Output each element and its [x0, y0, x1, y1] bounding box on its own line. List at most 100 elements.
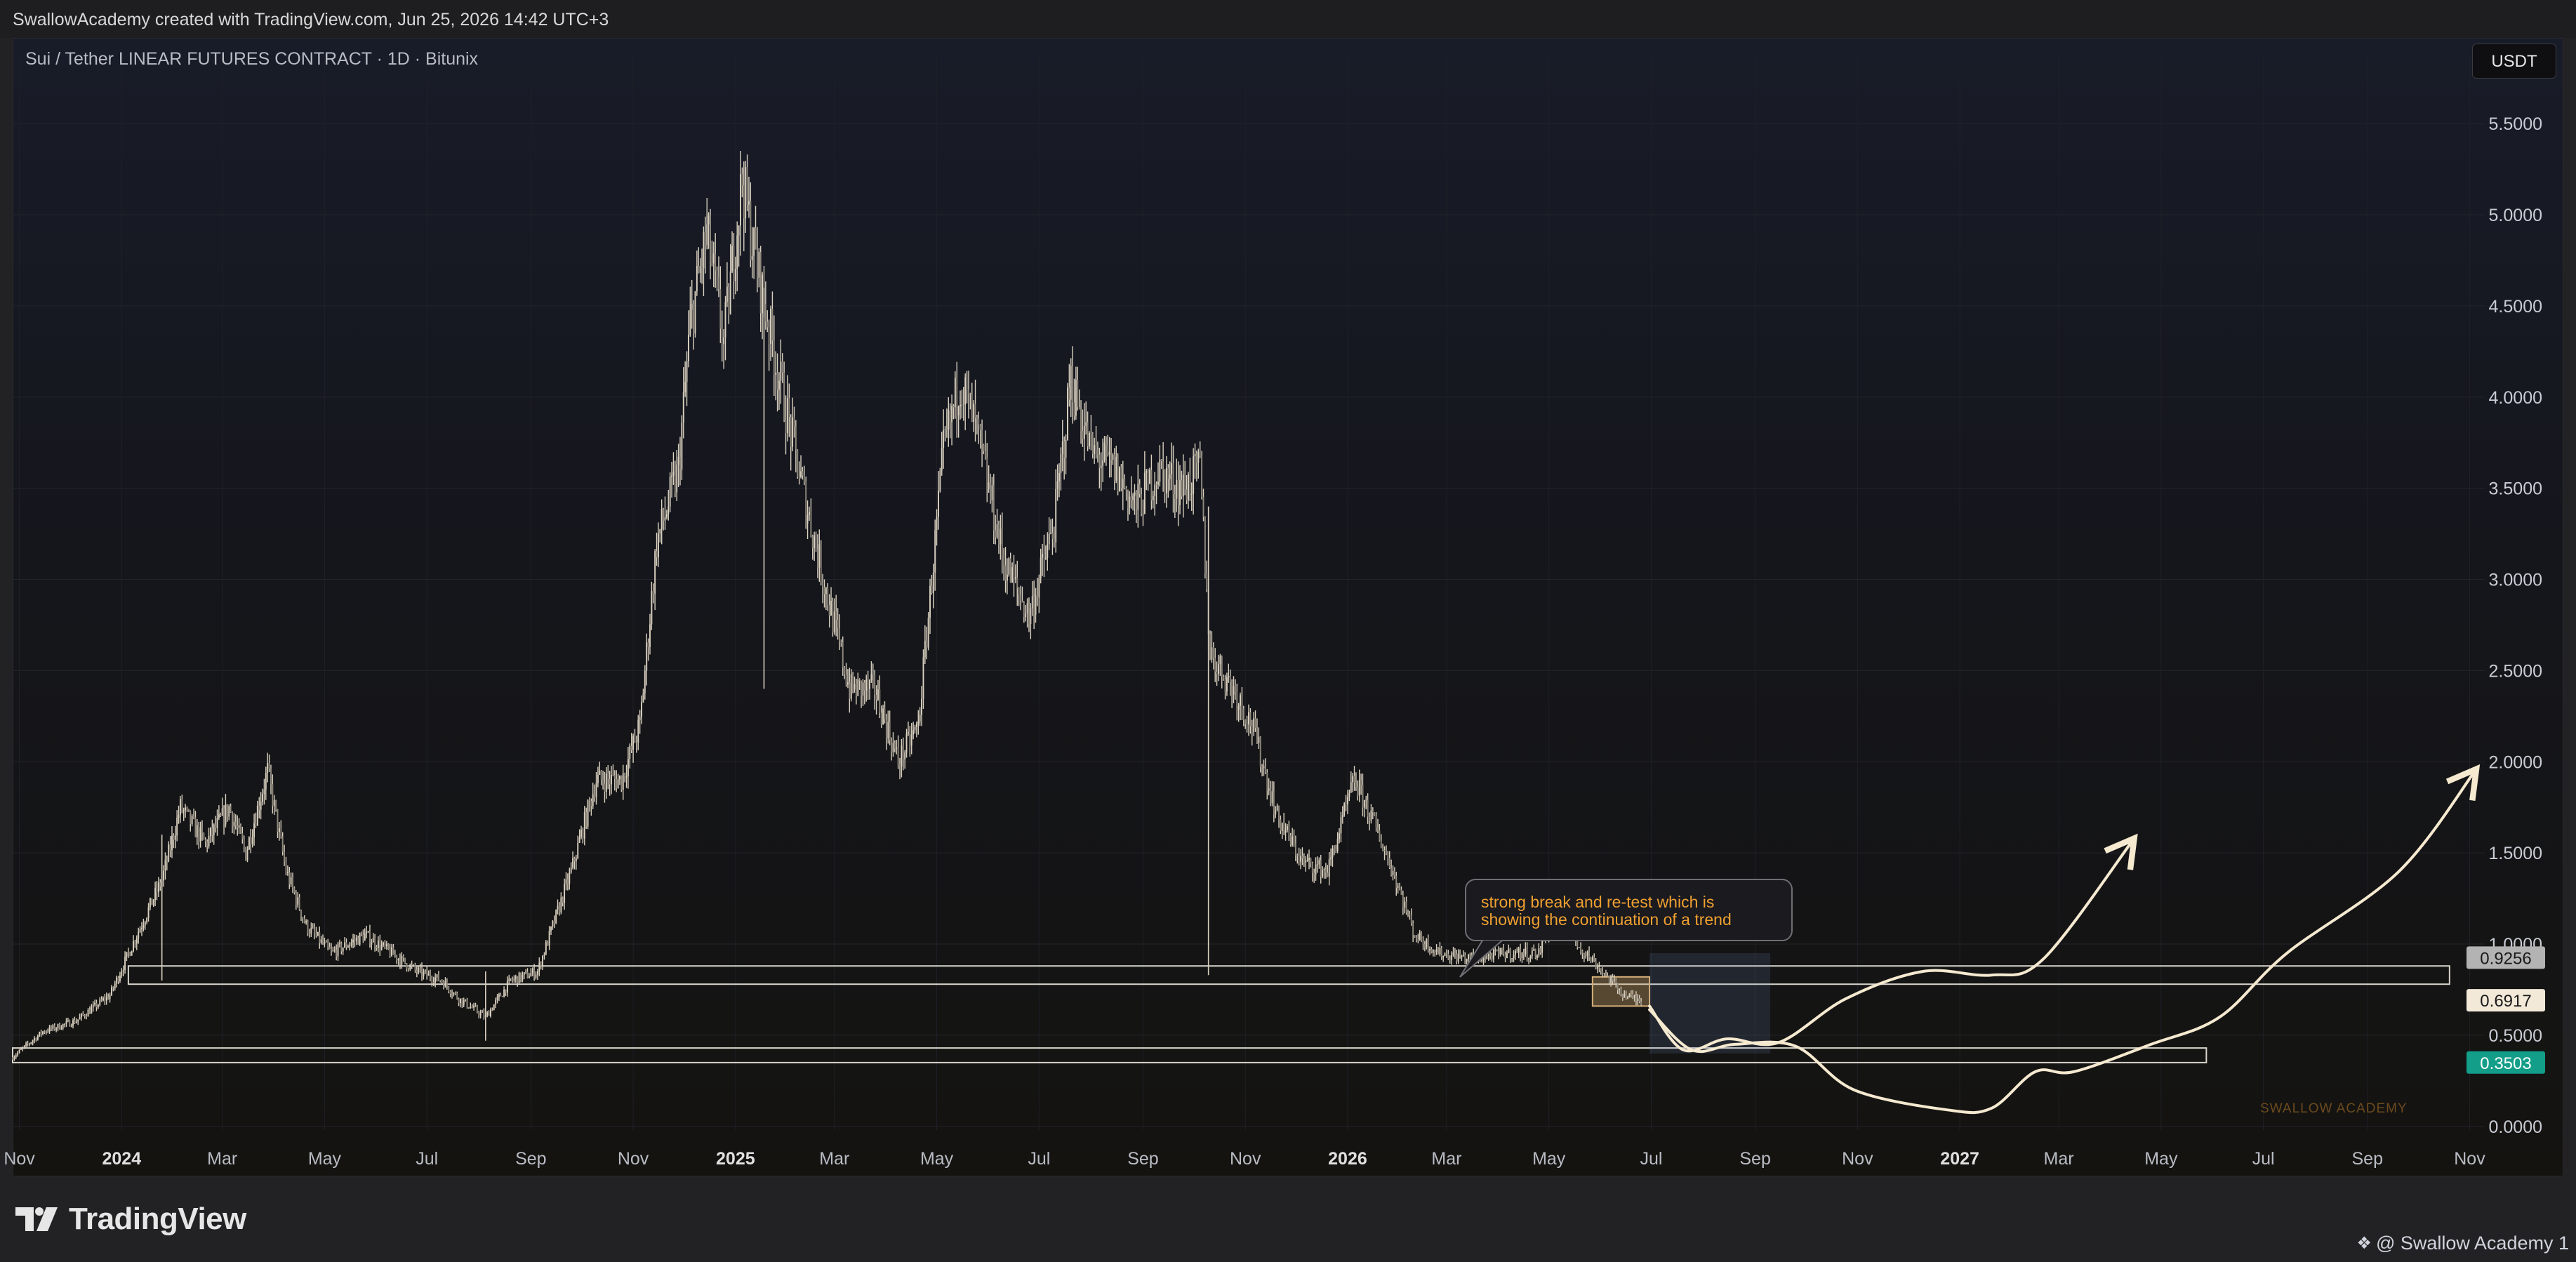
candle-body	[1438, 949, 1439, 955]
candle-body	[387, 943, 390, 949]
price-chart[interactable]: 0.00000.50001.00001.50002.00002.50003.00…	[0, 0, 2576, 1262]
candle-body	[1164, 470, 1166, 494]
candle-body	[1501, 948, 1503, 950]
candle-body	[1259, 736, 1261, 767]
candle-body	[1444, 953, 1446, 957]
candle-body	[1603, 973, 1605, 974]
candle-body	[1417, 939, 1419, 941]
candle-body	[981, 430, 983, 445]
candle-body	[545, 942, 547, 955]
candle-body	[1360, 780, 1362, 785]
candle-body	[1369, 816, 1370, 821]
candle-body	[286, 872, 288, 874]
currency-button[interactable]: USDT	[2472, 44, 2556, 79]
candle-body	[1491, 955, 1493, 959]
candle-body	[58, 1023, 60, 1030]
candle-body	[166, 860, 168, 862]
candle-body	[1399, 886, 1401, 890]
candle-body	[652, 591, 654, 595]
candle-body	[1365, 799, 1367, 801]
candle-body	[1393, 870, 1395, 876]
symbol-title[interactable]: Sui / Tether LINEAR FUTURES CONTRACT · 1…	[25, 49, 478, 69]
candle-body	[1640, 1001, 1642, 1005]
candle-body	[548, 931, 550, 946]
candle-body	[1348, 792, 1350, 797]
candle-body	[536, 971, 538, 975]
candle-body	[899, 764, 901, 767]
candle-body	[290, 877, 292, 885]
candle-body	[88, 1009, 91, 1014]
candle-body	[424, 970, 426, 972]
tradingview-logo[interactable]: TradingView	[15, 1202, 246, 1237]
candle-body	[267, 762, 269, 773]
candle-body	[23, 1045, 25, 1048]
candle-body	[891, 740, 893, 752]
candle-body	[792, 417, 794, 447]
candle-body	[1402, 894, 1404, 908]
candle-body	[726, 286, 728, 303]
candle-body	[60, 1028, 62, 1030]
candle-body	[850, 674, 852, 699]
x-tick-label: Sep	[2351, 1149, 2382, 1169]
candle-body	[392, 947, 394, 955]
candle-body	[221, 808, 223, 816]
candle-body	[938, 491, 939, 517]
candle-body	[1234, 686, 1236, 692]
candle-body	[203, 833, 205, 839]
candle-body	[1328, 859, 1330, 877]
candle-body	[369, 931, 371, 945]
candle-body	[823, 587, 825, 595]
candle-body	[278, 828, 280, 832]
candle-body	[48, 1027, 51, 1032]
candle-body	[1347, 797, 1348, 805]
candle-body	[1528, 958, 1529, 959]
candle-body	[1452, 952, 1454, 955]
candle-body	[1504, 954, 1506, 958]
x-tick-label: Nov	[1842, 1149, 1873, 1169]
candle-body	[285, 861, 287, 874]
candle-body	[580, 830, 582, 837]
candle-body	[1023, 602, 1025, 618]
candle-body	[1516, 950, 1518, 952]
candle-body	[573, 858, 576, 862]
candle-body	[1585, 955, 1587, 957]
candle-body	[1003, 555, 1005, 566]
author-tag[interactable]: ❖ @ Swallow Academy 1	[2356, 1233, 2569, 1254]
candle-body	[463, 1000, 465, 1005]
x-tick-label: Jul	[416, 1149, 438, 1169]
candle-body	[847, 682, 849, 685]
candle-body	[758, 251, 760, 278]
candle-body	[715, 253, 717, 271]
candle-body	[1165, 467, 1167, 494]
candle-body	[1466, 959, 1468, 962]
candle-body	[1624, 993, 1626, 998]
candle-body	[354, 939, 356, 941]
candle-body	[163, 870, 165, 881]
candle-body	[129, 952, 131, 956]
candle-body	[978, 418, 980, 425]
candle-body	[663, 509, 665, 521]
candle-body	[1602, 971, 1604, 974]
candle-body	[141, 927, 142, 929]
candle-body	[684, 382, 686, 392]
candle-body	[733, 246, 735, 281]
candle-body	[1110, 452, 1113, 460]
candle-body	[712, 253, 715, 264]
candle-body	[82, 1014, 84, 1016]
candle-body	[672, 472, 675, 476]
candle-body	[751, 255, 753, 260]
candle-body	[1112, 454, 1114, 460]
candle-body	[1635, 995, 1637, 1002]
x-tick-label: Mar	[2044, 1149, 2074, 1169]
candle-body	[1231, 682, 1233, 695]
candle-body	[1335, 849, 1337, 851]
candle-body	[1169, 474, 1171, 479]
candle-body	[112, 987, 114, 988]
candle-body	[771, 309, 774, 341]
candle-body	[1305, 860, 1307, 863]
candle-body	[122, 969, 124, 972]
candle-body	[1405, 901, 1407, 912]
candle-body	[147, 907, 150, 918]
candle-body	[1043, 554, 1045, 560]
candle-body	[284, 851, 286, 862]
